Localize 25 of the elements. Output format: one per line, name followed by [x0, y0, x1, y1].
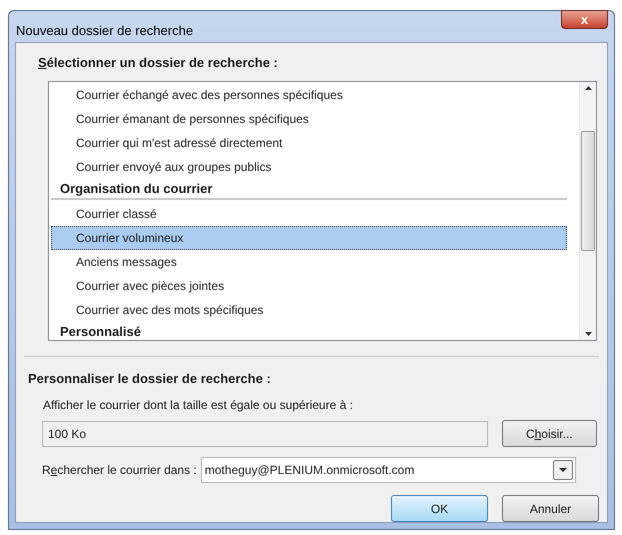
section-label: Sélectionner un dossier de recherche :: [38, 54, 279, 72]
search-in-label: Rechercher le courrier dans :: [42, 462, 197, 479]
scroll-down-icon[interactable]: [584, 332, 592, 336]
list-item[interactable]: Courrier classé: [51, 202, 567, 226]
group-header: Organisation du courrier: [51, 178, 567, 200]
scrollbar[interactable]: [579, 82, 596, 340]
list-item[interactable]: Courrier avec pièces jointes: [51, 274, 567, 298]
list-item[interactable]: Courrier émanant de personnes spécifiques: [51, 106, 567, 130]
list-item[interactable]: Courrier envoyé aux groupes publics: [51, 154, 567, 178]
choose-button[interactable]: Choisir...: [502, 420, 597, 447]
list-item[interactable]: Courrier volumineux: [51, 226, 567, 250]
scroll-thumb[interactable]: [581, 130, 595, 250]
group-header: Personnalisé: [51, 322, 567, 340]
list-item[interactable]: Anciens messages: [51, 250, 567, 274]
list-item[interactable]: Courrier avec des mots spécifiques: [51, 298, 567, 322]
ok-button[interactable]: OK: [391, 495, 488, 522]
window-title: Nouveau dossier de recherche: [16, 22, 194, 40]
cancel-button[interactable]: Annuler: [502, 495, 599, 522]
size-field[interactable]: 100 Ko: [42, 420, 488, 446]
mailbox-dropdown[interactable]: motheguy@PLENIUM.onmicrosoft.com: [200, 457, 576, 483]
size-label: Afficher le courrier dont la taille est égale ou supérieure à :: [43, 397, 354, 414]
list-item[interactable]: Courrier échangé avec des personnes spécifiques: [51, 82, 567, 106]
scroll-up-icon[interactable]: [584, 86, 592, 90]
section-label: Personnaliser le dossier de recherche :: [28, 370, 272, 388]
list-item[interactable]: Courrier qui m'est adressé directement: [51, 130, 567, 154]
